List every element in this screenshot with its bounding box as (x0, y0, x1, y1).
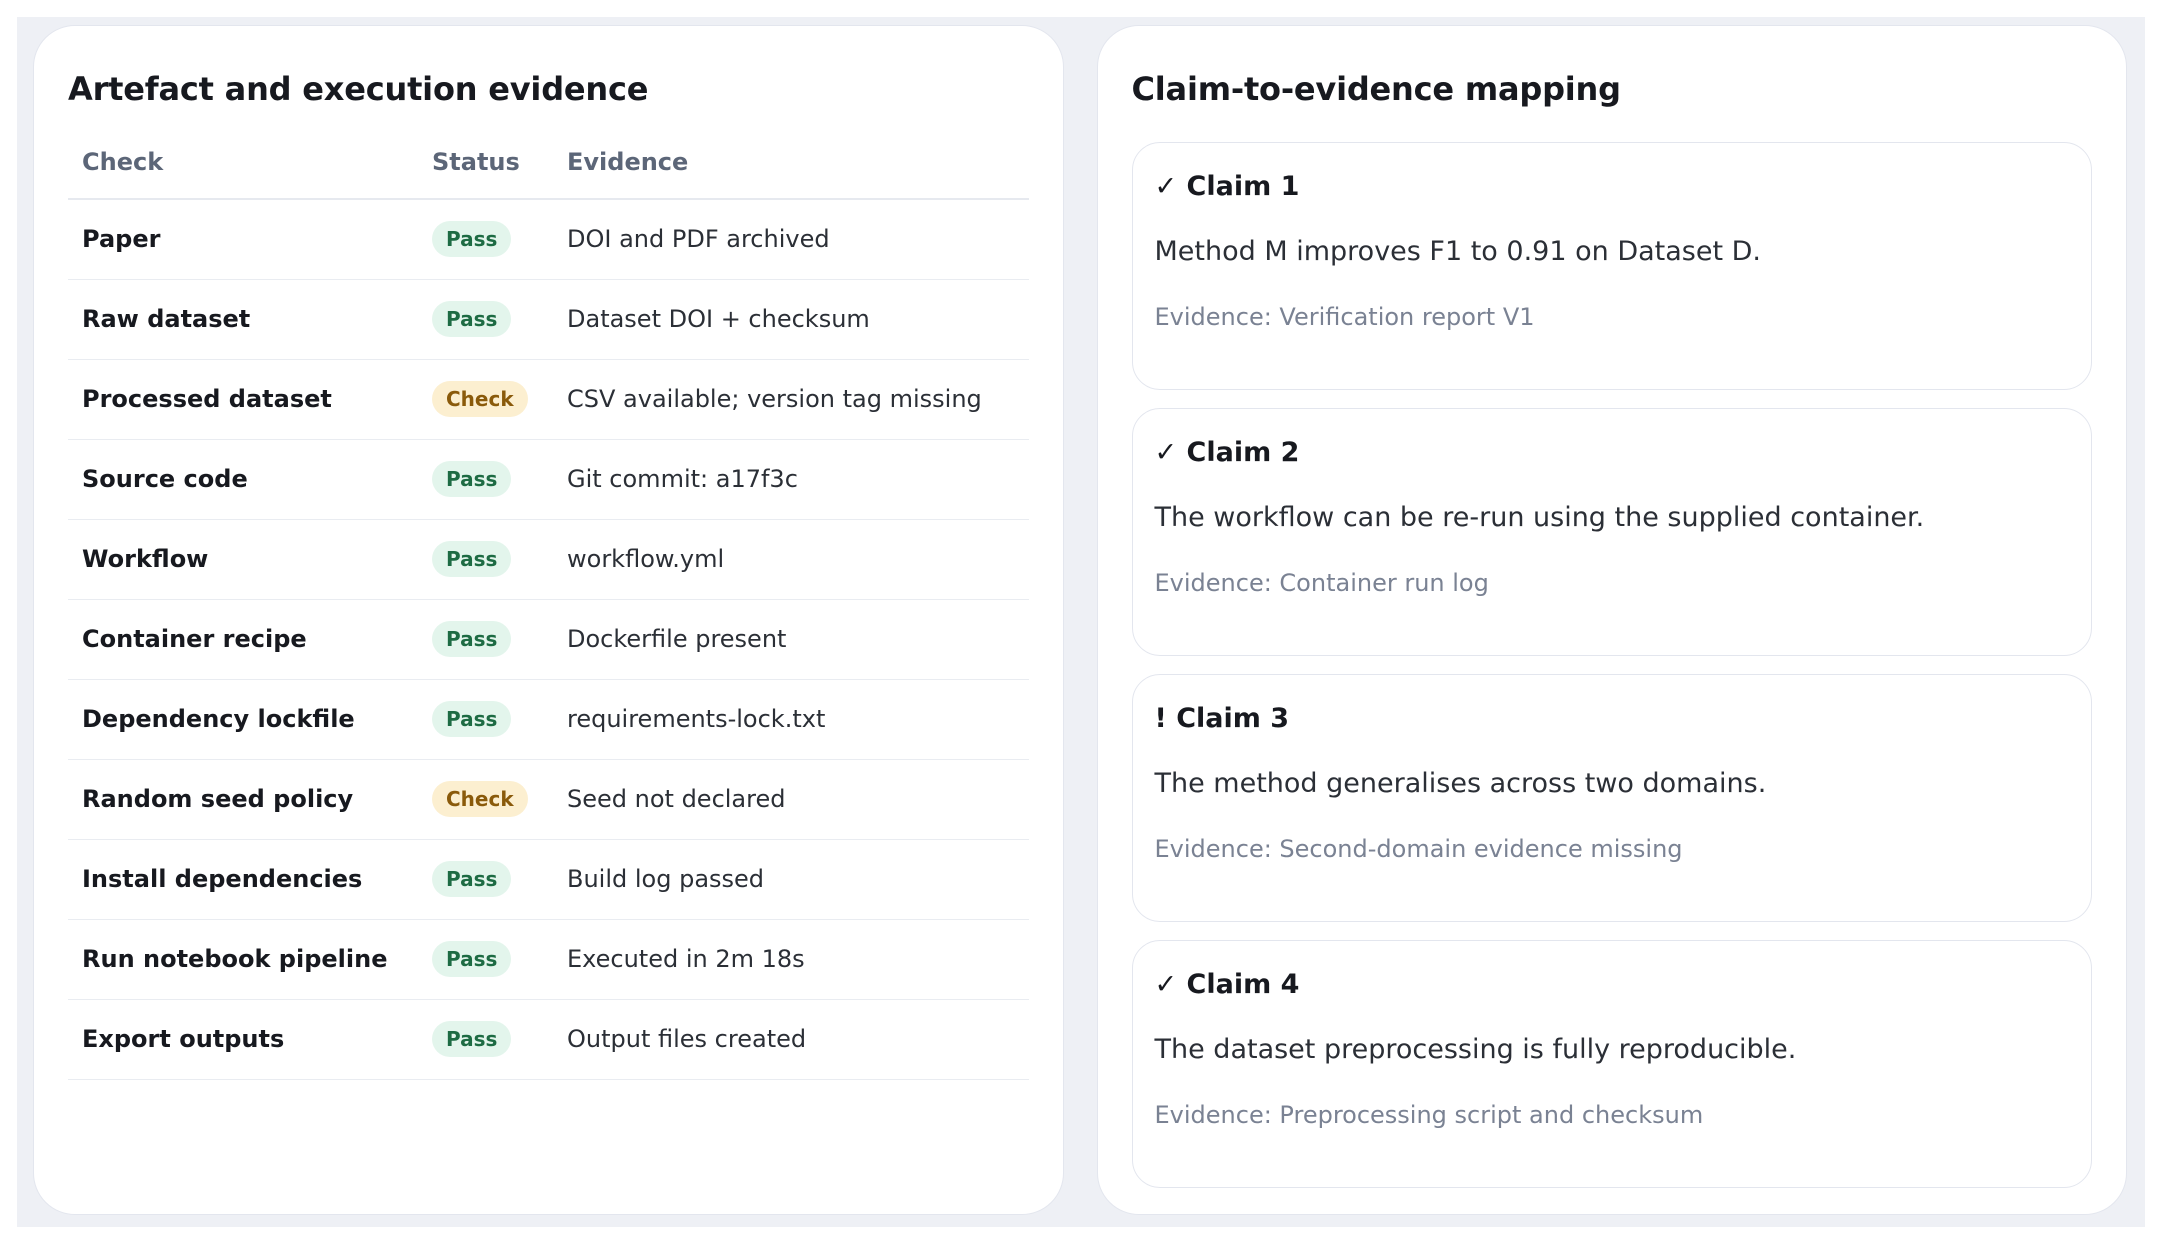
status-badge: Pass (432, 221, 512, 258)
panel-title: Artefact and execution evidence (68, 70, 649, 108)
check-name: Run notebook pipeline (68, 919, 418, 1000)
claim-title: ! Claim 3 (1154, 703, 1290, 734)
check-name: Raw dataset (68, 279, 418, 360)
check-name: Workflow (68, 519, 418, 600)
table-row: Dependency lockfile Pass requirements-lo… (68, 679, 1029, 760)
claim-evidence: Evidence: Container run log (1154, 569, 1489, 597)
panel-title: Claim-to-evidence mapping (1131, 70, 1622, 108)
status-badge: Pass (432, 301, 512, 337)
claim-evidence: Evidence: Second-domain evidence missing (1154, 835, 1683, 863)
table-row: Raw dataset Pass Dataset DOI + checksum (68, 279, 1029, 360)
evidence-text: CSV available; version tag missing (553, 359, 1029, 440)
table-row: Paper Pass DOI and PDF archived (68, 199, 1029, 280)
status-badge: Pass (432, 941, 512, 977)
table-row: Workflow Pass workflow.yml (68, 519, 1029, 600)
evidence-text: Output files created (553, 999, 1029, 1080)
table-row: Source code Pass Git commit: a17f3c (68, 439, 1029, 520)
artefact-evidence-panel: Artefact and execution evidence Check St… (33, 25, 1064, 1215)
column-header-status: Status (418, 148, 553, 200)
dashboard-frame: Artefact and execution evidence Check St… (17, 17, 2145, 1227)
claim-card: ✓ Claim 4 The dataset preprocessing is f… (1131, 940, 2092, 1188)
claim-statement: The dataset preprocessing is fully repro… (1154, 1034, 1797, 1065)
status-badge: Pass (432, 861, 512, 897)
check-name: Paper (68, 199, 418, 280)
check-name: Dependency lockfile (68, 679, 418, 760)
status-badge: Pass (432, 701, 512, 737)
evidence-text: Executed in 2m 18s (553, 919, 1029, 1000)
claim-card: ✓ Claim 1 Method M improves F1 to 0.91 o… (1131, 142, 2092, 390)
status-badge: Check (432, 781, 528, 817)
status-badge: Pass (432, 541, 512, 577)
status-badge: Check (432, 381, 528, 417)
table-header-row: Check Status Evidence (68, 148, 1029, 200)
column-header-evidence: Evidence (553, 148, 1029, 200)
claim-title: ✓ Claim 1 (1154, 171, 1300, 202)
table-row: Install dependencies Pass Build log pass… (68, 839, 1029, 920)
evidence-table: Check Status Evidence Paper Pass DOI and… (68, 148, 1029, 1080)
claim-title: ✓ Claim 2 (1154, 437, 1300, 468)
claim-card: ✓ Claim 2 The workflow can be re-run usi… (1131, 408, 2092, 656)
claim-list: ✓ Claim 1 Method M improves F1 to 0.91 o… (1131, 142, 2092, 1188)
evidence-text: requirements-lock.txt (553, 679, 1029, 760)
table-row: Processed dataset Check CSV available; v… (68, 359, 1029, 440)
claim-statement: The method generalises across two domain… (1154, 768, 1767, 799)
claim-statement: Method M improves F1 to 0.91 on Dataset … (1154, 236, 1762, 267)
claim-card: ! Claim 3 The method generalises across … (1131, 674, 2092, 922)
status-badge: Pass (432, 1021, 512, 1057)
table-row: Run notebook pipeline Pass Executed in 2… (68, 919, 1029, 1000)
status-badge: Pass (432, 461, 512, 497)
check-name: Install dependencies (68, 839, 418, 920)
check-name: Source code (68, 439, 418, 520)
check-name: Export outputs (68, 999, 418, 1080)
evidence-text: DOI and PDF archived (553, 199, 1029, 280)
claim-evidence: Evidence: Verification report V1 (1154, 303, 1535, 331)
claim-statement: The workflow can be re-run using the sup… (1154, 502, 1925, 533)
evidence-text: workflow.yml (553, 519, 1029, 600)
check-name: Random seed policy (68, 759, 418, 840)
status-badge: Pass (432, 621, 512, 657)
column-header-check: Check (68, 148, 418, 200)
claim-mapping-panel: Claim-to-evidence mapping ✓ Claim 1 Meth… (1096, 25, 2127, 1215)
evidence-text: Dockerfile present (553, 599, 1029, 680)
claim-title: ✓ Claim 4 (1154, 969, 1300, 1000)
claim-evidence: Evidence: Preprocessing script and check… (1154, 1101, 1704, 1129)
evidence-text: Seed not declared (553, 759, 1029, 840)
table-row: Export outputs Pass Output files created (68, 999, 1029, 1080)
table-row: Random seed policy Check Seed not declar… (68, 759, 1029, 840)
table-row: Container recipe Pass Dockerfile present (68, 599, 1029, 680)
evidence-text: Dataset DOI + checksum (553, 279, 1029, 360)
evidence-text: Git commit: a17f3c (553, 439, 1029, 520)
check-name: Container recipe (68, 599, 418, 680)
check-name: Processed dataset (68, 359, 418, 440)
evidence-text: Build log passed (553, 839, 1029, 920)
